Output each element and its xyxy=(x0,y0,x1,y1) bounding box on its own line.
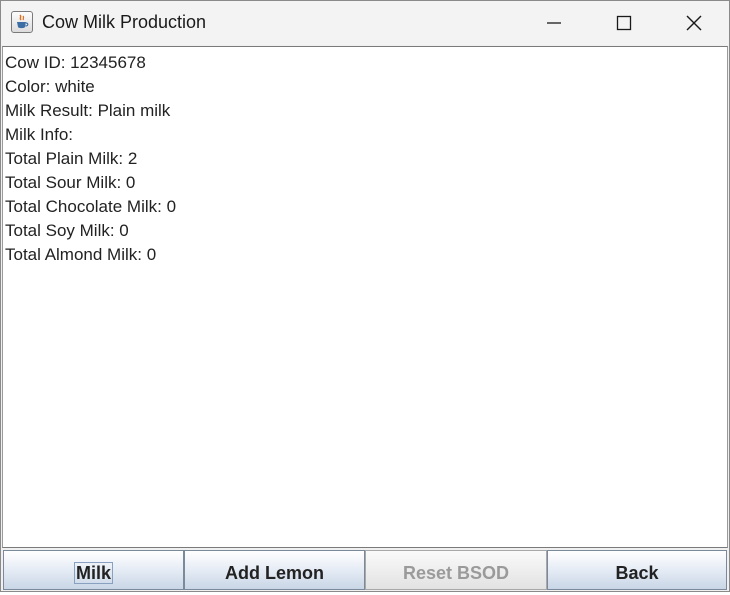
cow-id-line: Cow ID: 12345678 xyxy=(5,53,146,72)
java-coffee-cup-icon[interactable] xyxy=(11,11,33,33)
total-plain-milk-line: Total Plain Milk: 2 xyxy=(5,149,138,168)
milk-result-line: Milk Result: Plain milk xyxy=(5,101,171,120)
title-bar[interactable]: Cow Milk Production xyxy=(1,1,729,45)
close-button[interactable] xyxy=(659,1,729,45)
back-button[interactable]: Back xyxy=(547,550,727,590)
milk-button-label: Milk xyxy=(73,562,113,584)
minimize-button[interactable] xyxy=(519,1,589,45)
button-bar: Milk Add Lemon Reset BSOD Back xyxy=(2,549,728,591)
maximize-button[interactable] xyxy=(589,1,659,45)
milk-info-line: Milk Info: xyxy=(5,125,74,144)
minimize-icon xyxy=(547,22,561,24)
add-lemon-button[interactable]: Add Lemon xyxy=(184,550,365,590)
color-line: Color: white xyxy=(5,77,95,96)
total-sour-milk-line: Total Sour Milk: 0 xyxy=(5,173,136,192)
total-chocolate-milk-line: Total Chocolate Milk: 0 xyxy=(5,197,177,216)
maximize-icon xyxy=(616,15,632,31)
total-almond-milk-line: Total Almond Milk: 0 xyxy=(5,245,157,264)
window-title: Cow Milk Production xyxy=(42,12,207,32)
app-window: Cow Milk Production Cow ID: 12345678 Col… xyxy=(0,0,730,592)
reset-bsod-button[interactable]: Reset BSOD xyxy=(365,550,547,590)
info-text-area[interactable]: Cow ID: 12345678 Color: white Milk Resul… xyxy=(2,46,728,548)
milk-button[interactable]: Milk xyxy=(3,550,184,590)
info-lines: Cow ID: 12345678 Color: white Milk Resul… xyxy=(5,51,176,267)
close-icon xyxy=(686,15,702,31)
total-soy-milk-line: Total Soy Milk: 0 xyxy=(5,221,129,240)
